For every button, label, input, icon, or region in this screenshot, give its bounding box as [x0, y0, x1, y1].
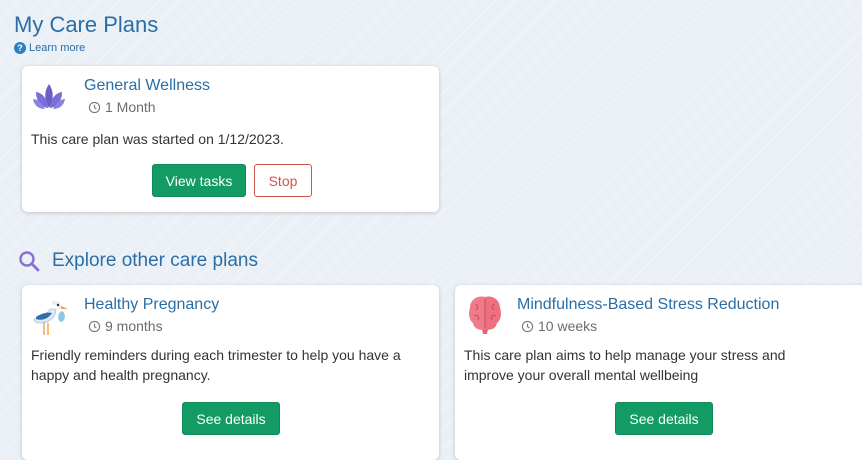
care-plan-card: Mindfulness-Based Stress Reduction 10 we…	[455, 285, 862, 460]
plan-title[interactable]: Healthy Pregnancy	[84, 296, 219, 314]
plan-title[interactable]: Mindfulness-Based Stress Reduction	[517, 296, 779, 314]
plan-description: Friendly reminders during each trimester…	[31, 347, 401, 383]
plan-description: This care plan was started on 1/12/2023.	[31, 131, 284, 147]
active-plan-card: General Wellness 1 Month This care plan …	[22, 66, 439, 212]
stop-button[interactable]: Stop	[254, 164, 312, 197]
search-icon	[19, 251, 40, 272]
duration-label: 9 months	[105, 318, 163, 334]
plan-description: This care plan aims to help manage your …	[464, 347, 786, 383]
stork-icon	[32, 297, 70, 342]
see-details-button[interactable]: See details	[615, 402, 713, 435]
plan-duration: 10 weeks	[521, 318, 597, 334]
explore-section-title: Explore other care plans	[18, 250, 258, 272]
history-icon	[88, 320, 101, 332]
brain-icon	[467, 293, 503, 340]
plan-duration: 9 months	[88, 318, 163, 334]
plan-duration: 1 Month	[88, 99, 156, 115]
history-icon	[521, 320, 534, 332]
duration-label: 10 weeks	[538, 318, 598, 334]
history-icon	[88, 101, 101, 113]
duration-label: 1 Month	[105, 99, 156, 115]
plan-title[interactable]: General Wellness	[84, 77, 210, 95]
care-plan-card: Healthy Pregnancy 9 months Friendly remi…	[22, 285, 439, 460]
page-title: My Care Plans	[14, 12, 159, 37]
explore-title-label: Explore other care plans	[52, 250, 258, 271]
help-icon: ?	[14, 42, 26, 54]
see-details-button[interactable]: See details	[182, 402, 280, 435]
view-tasks-button[interactable]: View tasks	[152, 164, 246, 197]
lotus-icon	[32, 80, 66, 119]
learn-more-link[interactable]: ? Learn more	[14, 42, 85, 54]
learn-more-label: Learn more	[29, 42, 86, 54]
